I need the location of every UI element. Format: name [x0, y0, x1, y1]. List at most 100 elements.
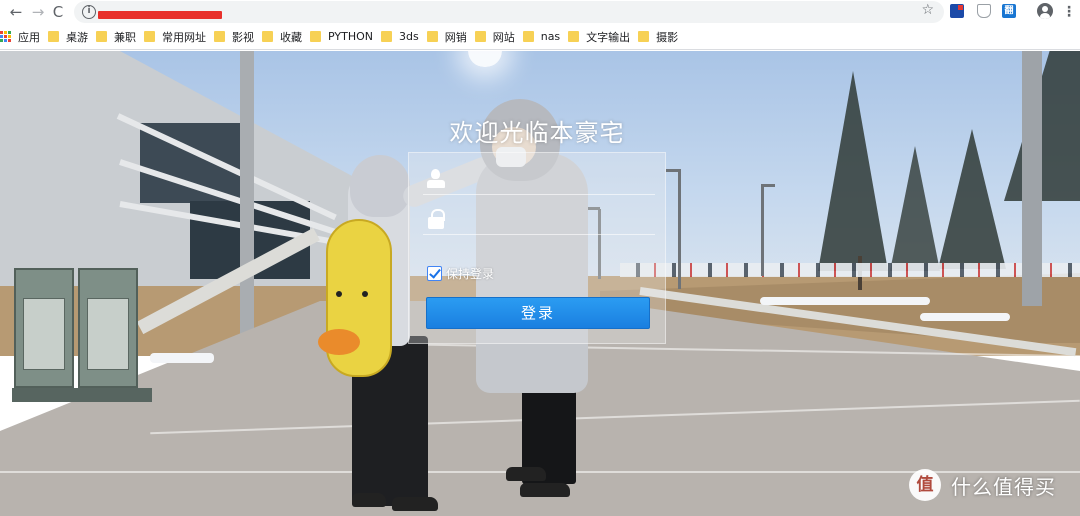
- user-icon: [427, 169, 445, 189]
- apps-grid-dot: [8, 30, 11, 34]
- bookmark-folder[interactable]: 兼职: [96, 24, 144, 50]
- bookmark-apps-label: 应用: [18, 30, 40, 44]
- welcome-title: 欢迎光临本豪宅: [449, 119, 625, 147]
- bookmark-label: 网销: [444, 30, 467, 44]
- bookmark-label: 网站: [492, 30, 515, 44]
- folder-icon: [96, 31, 107, 42]
- folder-icon: [144, 31, 155, 42]
- forward-arrow-icon[interactable]: →: [28, 2, 48, 22]
- duck-eye: [362, 291, 368, 297]
- shoe: [520, 483, 570, 497]
- bookmark-label: 文字输出: [586, 30, 631, 44]
- bookmark-label: 桌游: [66, 30, 88, 44]
- translate-extension-icon[interactable]: 翻: [1002, 4, 1016, 18]
- bookmark-folder[interactable]: PYTHON: [310, 24, 381, 50]
- folder-icon: [214, 31, 225, 42]
- apps-grid-icon: [0, 30, 12, 43]
- account-icon[interactable]: [1037, 3, 1053, 19]
- apps-grid-dot: [4, 39, 7, 43]
- folder-icon: [262, 31, 273, 42]
- recycling-bin-left: [14, 268, 74, 388]
- concrete-pole: [1022, 51, 1042, 306]
- apps-grid-dot: [4, 34, 7, 38]
- apps-grid-dot: [4, 30, 7, 34]
- bookmark-folder[interactable]: nas: [522, 24, 568, 50]
- site-info-icon[interactable]: i: [82, 5, 96, 19]
- login-form: 保持登录 登录: [408, 152, 666, 344]
- bookmark-folder[interactable]: 网销: [426, 24, 475, 50]
- apps-grid-dot: [0, 34, 3, 38]
- snow-patch: [150, 353, 214, 363]
- shoe: [506, 467, 546, 481]
- apps-grid-dot: [8, 34, 11, 38]
- folder-icon: [522, 31, 534, 42]
- bookmark-folder[interactable]: 文字输出: [568, 24, 638, 50]
- recycling-bin: [12, 256, 152, 406]
- watermark-logo-icon: [909, 469, 941, 501]
- shield-extension-icon[interactable]: [977, 4, 991, 18]
- lamp-post: [678, 169, 681, 289]
- duck-eye: [336, 291, 342, 297]
- bookmark-folder[interactable]: 摄影: [638, 24, 686, 50]
- login-page: 欢迎光临本豪宅 保持登录 登录 什么值得买: [0, 51, 1080, 516]
- address-bar[interactable]: i ☆: [74, 1, 944, 23]
- bookmark-folder[interactable]: 桌游: [48, 24, 96, 50]
- bin-panel: [87, 298, 129, 370]
- bookmark-folder[interactable]: 常用网址: [144, 24, 214, 50]
- bookmark-label: nas: [540, 30, 561, 43]
- username-input[interactable]: [453, 167, 649, 191]
- username-field: [423, 163, 655, 195]
- bookmark-folder[interactable]: 收藏: [262, 24, 310, 50]
- folder-icon: [638, 31, 650, 42]
- bookmark-star-icon[interactable]: ☆: [921, 2, 934, 18]
- child-hood: [350, 155, 410, 217]
- shoe: [392, 497, 438, 511]
- bookmark-folder[interactable]: 网站: [474, 24, 523, 50]
- recycling-bin-right: [78, 268, 138, 388]
- folder-icon: [310, 31, 321, 42]
- url-redaction-mark: [98, 11, 222, 19]
- bookmark-label: 常用网址: [162, 30, 206, 44]
- reload-icon[interactable]: C: [48, 2, 68, 22]
- bin-base: [12, 388, 152, 402]
- bookmark-extension-icon[interactable]: [950, 4, 964, 18]
- bin-panel: [23, 298, 65, 370]
- building-pillar: [240, 51, 254, 351]
- watermark: 什么值得买: [909, 469, 1056, 501]
- password-input[interactable]: [453, 207, 649, 231]
- folder-icon: [474, 31, 486, 42]
- apps-grid-dot: [0, 39, 3, 43]
- snow-patch: [920, 313, 1010, 321]
- login-button[interactable]: 登录: [426, 297, 650, 329]
- folder-icon: [48, 31, 59, 42]
- bookmark-label: 摄影: [656, 30, 679, 44]
- bookmark-apps[interactable]: 应用: [0, 24, 48, 50]
- watermark-text: 什么值得买: [951, 474, 1056, 499]
- remember-me[interactable]: 保持登录: [427, 264, 494, 282]
- kebab-menu-icon[interactable]: ⋮: [1062, 2, 1076, 22]
- parked-cars: [620, 263, 1080, 277]
- bookmark-label: 收藏: [280, 30, 302, 44]
- bookmark-label: PYTHON: [328, 30, 373, 43]
- remember-checkbox[interactable]: [427, 265, 442, 281]
- browser-toolbar: ← → C i ☆ 翻 ⋮: [0, 0, 1080, 24]
- remember-label[interactable]: 保持登录: [446, 265, 494, 282]
- lamp-head: [761, 184, 775, 187]
- lock-icon: [427, 209, 445, 229]
- apps-grid-dot: [8, 39, 11, 43]
- folder-icon: [426, 31, 438, 42]
- lamp-head: [666, 169, 680, 172]
- folder-icon: [568, 31, 580, 42]
- lamp-post: [761, 184, 764, 276]
- bookmarks-bar: 应用 桌游 兼职 常用网址 影视 收藏 PYTHON 3ds 网销 网站 nas…: [0, 24, 1080, 50]
- bookmark-label: 3ds: [399, 30, 419, 43]
- snow-patch: [760, 297, 930, 305]
- folder-icon: [381, 31, 392, 42]
- bookmark-label: 影视: [232, 30, 254, 44]
- bookmark-folder[interactable]: 3ds: [381, 24, 427, 50]
- back-arrow-icon[interactable]: ←: [6, 2, 26, 22]
- bookmark-folder[interactable]: 影视: [214, 24, 262, 50]
- duck-beak: [318, 329, 360, 355]
- bookmark-label: 兼职: [114, 30, 136, 44]
- shoe: [352, 493, 386, 507]
